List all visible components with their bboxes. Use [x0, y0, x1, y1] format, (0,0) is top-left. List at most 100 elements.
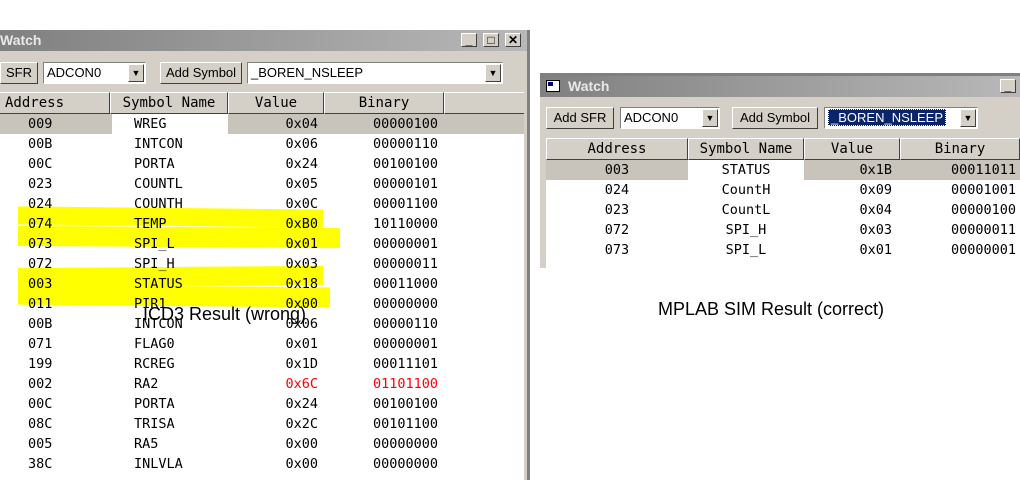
column-header-value[interactable]: Value — [804, 138, 900, 160]
table-row[interactable]: 00C PORTA 0x24 00100100 — [0, 394, 524, 414]
column-header-address[interactable]: Address — [546, 138, 688, 160]
cell-address: 005 — [28, 436, 53, 452]
cell-address: 011 — [28, 296, 53, 312]
column-header-address[interactable]: Address — [0, 92, 110, 114]
cell-binary: 00000110 — [372, 316, 438, 332]
cell-address: 003 — [604, 162, 630, 178]
table-row[interactable]: 024 COUNTH 0x0C 00001100 — [0, 194, 524, 214]
cell-binary: 00011000 — [372, 276, 438, 292]
table-row[interactable]: 003 STATUS 0x1B 00011011 — [546, 160, 1020, 180]
cell-value: 0x05 — [285, 176, 318, 192]
table-row[interactable]: 024 CountH 0x09 00001001 — [546, 180, 1020, 200]
table-row[interactable]: 002 RA2 0x6C 01101100 — [0, 374, 524, 394]
window-title: Watch — [568, 78, 610, 94]
table-row[interactable]: 023 CountL 0x04 00000100 — [546, 200, 1020, 220]
table-row[interactable]: 199 RCREG 0x1D 00011101 — [0, 354, 524, 374]
window-app-icon — [546, 80, 560, 92]
table-row[interactable]: 009 WREG 0x04 00000100 — [0, 114, 524, 134]
window-title: Watch — [0, 32, 42, 48]
cell-value: 0x00 — [285, 456, 318, 472]
table-row[interactable]: 08C TRISA 0x2C 00101100 — [0, 414, 524, 434]
cell-symbol: PORTA — [134, 396, 175, 412]
cell-symbol: INLVLA — [134, 456, 183, 472]
cell-value: 0x01 — [859, 242, 892, 258]
cell-address: 071 — [28, 336, 53, 352]
cell-address: 199 — [28, 356, 53, 372]
cell-symbol: CountL — [721, 202, 771, 218]
title-bar: Watch _ — [540, 76, 1020, 97]
cell-symbol: INTCON — [134, 136, 183, 152]
cell-binary: 00000110 — [372, 136, 438, 152]
add-sfr-button[interactable]: Add SFR — [546, 107, 614, 129]
chevron-down-icon[interactable]: ▼ — [485, 64, 501, 82]
cell-value: 0x03 — [859, 222, 892, 238]
table-row[interactable]: 00C PORTA 0x24 00100100 — [0, 154, 524, 174]
cell-binary: 10110000 — [372, 216, 438, 232]
cell-address: 08C — [28, 416, 53, 432]
cell-binary: 00011101 — [372, 356, 438, 372]
cell-binary: 00000011 — [950, 222, 1016, 238]
cell-binary: 00000001 — [372, 236, 438, 252]
column-header-binary[interactable]: Binary — [900, 138, 1020, 160]
cell-address: 072 — [28, 256, 53, 272]
column-header-symbol[interactable]: Symbol Name — [688, 138, 804, 160]
column-header-symbol[interactable]: Symbol Name — [110, 92, 228, 114]
cell-binary: 00011011 — [950, 162, 1016, 178]
sfr-select[interactable]: ADCON0 ▼ — [43, 62, 146, 84]
cell-binary: 00000000 — [372, 296, 438, 312]
table-row[interactable]: 005 RA5 0x00 00000000 — [0, 434, 524, 454]
symbol-select[interactable]: _BOREN_NSLEEP ▼ — [824, 107, 978, 129]
sfr-button[interactable]: SFR — [0, 62, 38, 84]
table-header: Address Symbol Name Value Binary — [546, 138, 1020, 160]
cell-address: 002 — [28, 376, 53, 392]
cell-address: 024 — [28, 196, 53, 212]
cell-value: 0x01 — [285, 336, 318, 352]
minimize-icon[interactable]: _ — [461, 33, 477, 47]
table-row[interactable]: 071 FLAG0 0x01 00000001 — [0, 334, 524, 354]
table-row[interactable]: 072 SPI_H 0x03 00000011 — [546, 220, 1020, 240]
table-row[interactable]: 003 STATUS 0x18 00011000 — [0, 274, 524, 294]
add-symbol-button[interactable]: Add Symbol — [732, 107, 818, 129]
table-row[interactable]: 073 SPI_L 0x01 00000001 — [0, 234, 524, 254]
cell-address: 023 — [28, 176, 53, 192]
chevron-down-icon[interactable]: ▼ — [702, 109, 718, 127]
sfr-select[interactable]: ADCON0 ▼ — [620, 107, 720, 129]
column-header-binary[interactable]: Binary — [324, 92, 444, 114]
table-row[interactable]: 074 TEMP 0xB0 10110000 — [0, 214, 524, 234]
chevron-down-icon[interactable]: ▼ — [960, 109, 976, 127]
cell-symbol: COUNTH — [134, 196, 183, 212]
cell-value: 0x04 — [859, 202, 892, 218]
symbol-select[interactable]: _BOREN_NSLEEP ▼ — [247, 62, 503, 84]
cell-address: 024 — [604, 182, 630, 198]
maximize-icon[interactable]: □ — [483, 33, 499, 47]
cell-value: 0x18 — [285, 276, 318, 292]
cell-value: 0x1B — [859, 162, 892, 178]
cell-symbol: RCREG — [134, 356, 175, 372]
cell-address: 003 — [28, 276, 53, 292]
cell-value: 0xB0 — [285, 216, 318, 232]
sfr-select-value: ADCON0 — [624, 110, 679, 125]
table-row[interactable]: 38C INLVLA 0x00 00000000 — [0, 454, 524, 474]
close-icon[interactable]: ✕ — [505, 33, 521, 47]
cell-binary: 00000000 — [372, 456, 438, 472]
chevron-down-icon[interactable]: ▼ — [128, 64, 144, 82]
table-row[interactable]: 00B INTCON 0x06 00000110 — [0, 134, 524, 154]
cell-symbol: TEMP — [134, 216, 167, 232]
column-header-value[interactable]: Value — [228, 92, 324, 114]
cell-binary: 00100100 — [372, 396, 438, 412]
table-row[interactable]: 023 COUNTL 0x05 00000101 — [0, 174, 524, 194]
cell-binary: 00000100 — [950, 202, 1016, 218]
sfr-select-value: ADCON0 — [47, 65, 102, 80]
cell-address: 073 — [604, 242, 630, 258]
cell-value: 0x1D — [285, 356, 318, 372]
minimize-icon[interactable]: _ — [1000, 79, 1016, 93]
cell-value: 0x04 — [285, 116, 318, 132]
cell-address: 023 — [604, 202, 630, 218]
cell-symbol: STATUS — [134, 276, 183, 292]
table-row[interactable]: 073 SPI_L 0x01 00000001 — [546, 240, 1020, 260]
add-symbol-button[interactable]: Add Symbol — [160, 62, 242, 84]
cell-symbol: COUNTL — [134, 176, 183, 192]
cell-binary: 00000000 — [372, 436, 438, 452]
cell-binary: 00101100 — [372, 416, 438, 432]
table-row[interactable]: 072 SPI_H 0x03 00000011 — [0, 254, 524, 274]
